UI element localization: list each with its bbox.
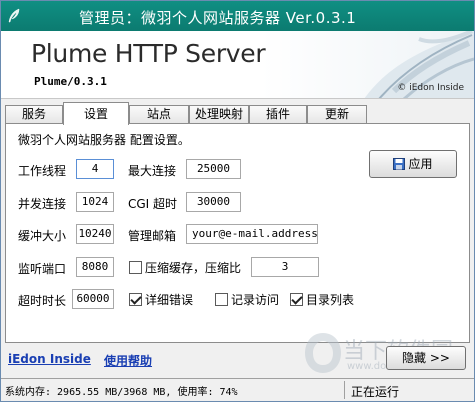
settings-description: 微羽个人网站服务器 配置设置。 bbox=[18, 133, 190, 147]
log-access-label: 记录访问 bbox=[231, 293, 280, 307]
apply-label: 应用 bbox=[408, 157, 433, 171]
window-title: 管理员：微羽个人网站服务器 Ver.0.3.1 bbox=[79, 9, 357, 27]
feather-icon bbox=[8, 8, 20, 23]
memory-status: 系统内存: 2965.55 MB/3968 MB, 使用率: 74% bbox=[5, 387, 238, 398]
compress-cache-label: 压缩缓存，压缩比 bbox=[145, 261, 242, 275]
server-state: 正在运行 bbox=[351, 385, 400, 399]
log-access-checkbox[interactable]: 记录访问 bbox=[215, 291, 279, 308]
settings-panel: 微羽个人网站服务器 配置设置。 工作线程 4 最大连接 25000 应用 并发连… bbox=[5, 123, 470, 343]
hide-button[interactable]: 隐藏 >> bbox=[386, 346, 466, 370]
status-separator bbox=[344, 381, 345, 399]
help-link[interactable]: 使用帮助 bbox=[104, 352, 152, 369]
iedon-inside-link[interactable]: iEdon Inside bbox=[8, 352, 91, 366]
admin-email-label: 管理邮箱 bbox=[128, 229, 177, 243]
timeout-label: 超时时长 bbox=[18, 294, 67, 308]
version-label: Plume/0.3.1 bbox=[34, 75, 107, 88]
app-window: 管理员：微羽个人网站服务器 Ver.0.3.1 Plume HTTP Serve… bbox=[0, 0, 475, 402]
compress-cache-box[interactable] bbox=[129, 261, 142, 274]
apply-button[interactable]: 应用 bbox=[369, 150, 457, 178]
compress-ratio-field[interactable]: 3 bbox=[251, 257, 319, 277]
brand-label: © iEdon Inside bbox=[397, 83, 464, 93]
cgi-timeout-field[interactable]: 30000 bbox=[186, 192, 241, 212]
max-connections-label: 最大连接 bbox=[128, 164, 177, 178]
concurrent-connections-field[interactable]: 1024 bbox=[76, 192, 114, 212]
listen-port-label: 监听端口 bbox=[18, 262, 67, 276]
cgi-timeout-label: CGI 超时 bbox=[128, 197, 178, 211]
title-bar[interactable]: 管理员：微羽个人网站服务器 Ver.0.3.1 bbox=[1, 1, 474, 31]
detailed-errors-checkbox[interactable]: 详细错误 bbox=[129, 291, 193, 308]
concurrent-connections-label: 并发连接 bbox=[18, 197, 67, 211]
log-access-box[interactable] bbox=[215, 293, 228, 306]
worker-threads-field[interactable]: 4 bbox=[76, 159, 114, 179]
tab-sites[interactable]: 站点 bbox=[129, 105, 189, 124]
max-connections-field[interactable]: 25000 bbox=[186, 159, 241, 179]
admin-email-field[interactable]: your@e-mail.address bbox=[186, 224, 318, 244]
compress-cache-checkbox[interactable]: 压缩缓存，压缩比 bbox=[129, 259, 241, 276]
directory-listing-box[interactable] bbox=[290, 293, 303, 306]
timeout-field[interactable]: 60000 bbox=[72, 289, 114, 309]
tab-service[interactable]: 服务 bbox=[5, 105, 63, 124]
header-banner: Plume HTTP Server Plume/0.3.1 © iEdon In… bbox=[1, 31, 474, 99]
worker-threads-label: 工作线程 bbox=[18, 164, 67, 178]
buffer-size-label: 缓冲大小 bbox=[18, 229, 67, 243]
directory-listing-checkbox[interactable]: 目录列表 bbox=[290, 291, 354, 308]
product-name: Plume HTTP Server bbox=[31, 39, 266, 68]
tab-settings[interactable]: 设置 bbox=[63, 102, 129, 125]
directory-listing-label: 目录列表 bbox=[306, 293, 355, 307]
tab-plugins[interactable]: 插件 bbox=[249, 105, 307, 124]
buffer-size-field[interactable]: 10240 bbox=[76, 224, 114, 244]
detailed-errors-label: 详细错误 bbox=[145, 293, 194, 307]
listen-port-field[interactable]: 8080 bbox=[76, 257, 114, 277]
save-disk-icon bbox=[393, 158, 406, 170]
detailed-errors-box[interactable] bbox=[129, 293, 142, 306]
tab-handler-mapping[interactable]: 处理映射 bbox=[189, 105, 249, 124]
tab-update[interactable]: 更新 bbox=[307, 105, 367, 124]
status-bar: 系统内存: 2965.55 MB/3968 MB, 使用率: 74% 正在运行 bbox=[1, 378, 474, 401]
